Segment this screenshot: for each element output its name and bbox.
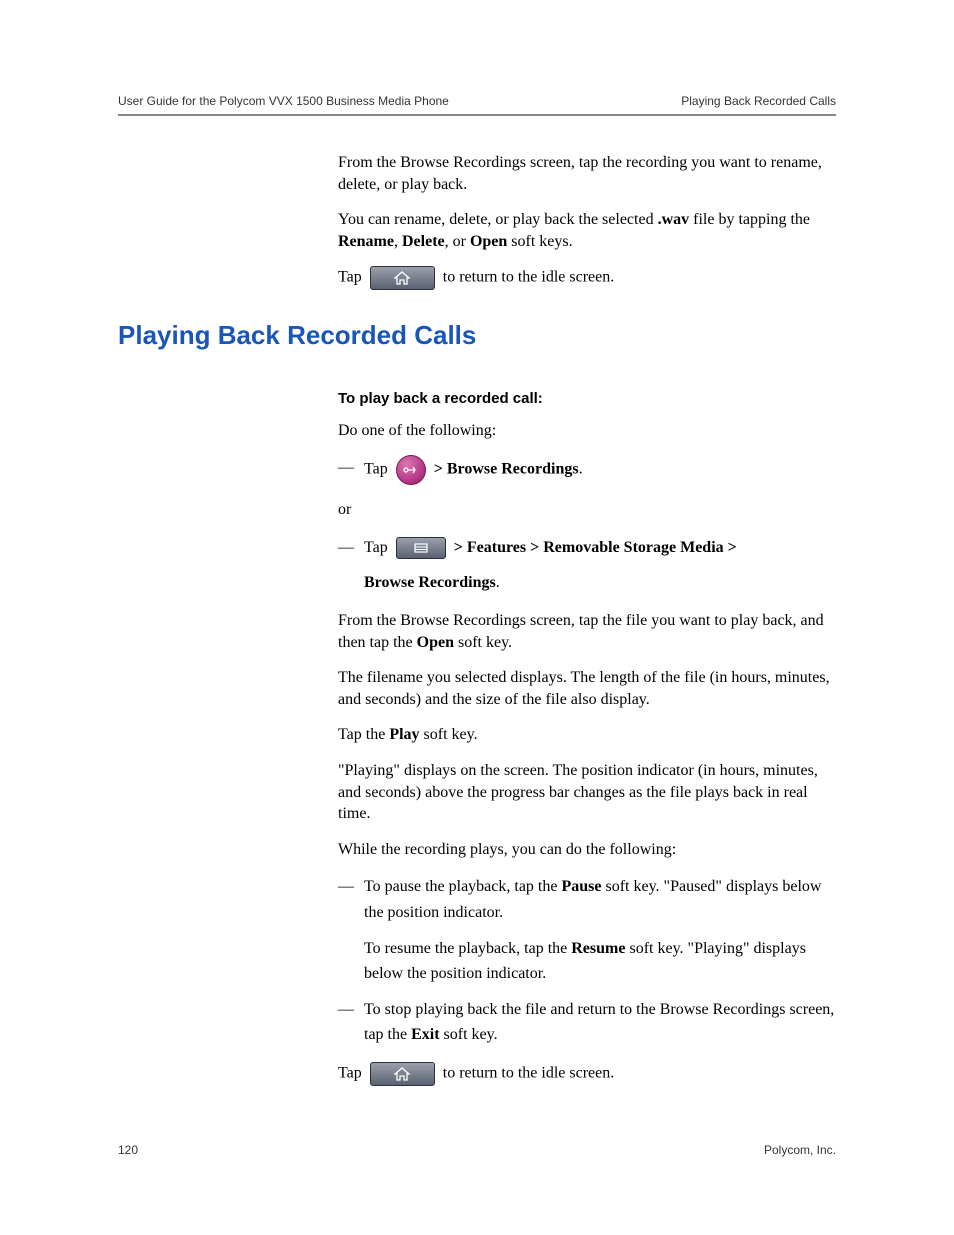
option-1: Tap > Browse Recordings. — [338, 455, 836, 485]
intro-block: From the Browse Recordings screen, tap t… — [338, 152, 836, 290]
action-exit: To stop playing back the file and return… — [338, 997, 836, 1048]
para-play: Tap the Play soft key. — [338, 724, 836, 746]
intro-tap-home: Tap to return to the idle screen. — [338, 266, 836, 290]
section-heading: Playing Back Recorded Calls — [118, 320, 836, 351]
option-2: Tap > Features > Removable Storage Media… — [338, 535, 836, 596]
playback-actions-list: To pause the playback, tap the Pause sof… — [338, 874, 836, 1048]
tap-home-2: Tap to return to the idle screen. — [338, 1062, 836, 1086]
page: User Guide for the Polycom VVX 1500 Busi… — [0, 0, 954, 1235]
company-name: Polycom, Inc. — [764, 1143, 836, 1157]
first-option-list: Tap > Browse Recordings. — [338, 455, 836, 485]
or-text: or — [338, 499, 836, 521]
section-body: To play back a recorded call: Do one of … — [338, 389, 836, 1086]
para-open: From the Browse Recordings screen, tap t… — [338, 610, 836, 653]
para-filename: The filename you selected displays. The … — [338, 667, 836, 710]
intro-para-1: From the Browse Recordings screen, tap t… — [338, 152, 836, 195]
page-footer: 120 Polycom, Inc. — [118, 1143, 836, 1157]
subheading: To play back a recorded call: — [338, 389, 836, 409]
do-one: Do one of the following: — [338, 420, 836, 442]
home-button-icon — [370, 1062, 435, 1086]
intro-para-2: You can rename, delete, or play back the… — [338, 209, 836, 252]
header-right: Playing Back Recorded Calls — [681, 94, 836, 108]
para-playing: "Playing" displays on the screen. The po… — [338, 760, 836, 825]
applications-icon — [396, 455, 426, 485]
menu-button-icon — [396, 537, 446, 559]
action-pause: To pause the playback, tap the Pause sof… — [338, 874, 836, 986]
header-left: User Guide for the Polycom VVX 1500 Busi… — [118, 94, 449, 108]
page-header: User Guide for the Polycom VVX 1500 Busi… — [118, 94, 836, 116]
second-option-list: Tap > Features > Removable Storage Media… — [338, 535, 836, 596]
home-button-icon — [370, 266, 435, 290]
para-while: While the recording plays, you can do th… — [338, 839, 836, 861]
page-number: 120 — [118, 1143, 138, 1157]
